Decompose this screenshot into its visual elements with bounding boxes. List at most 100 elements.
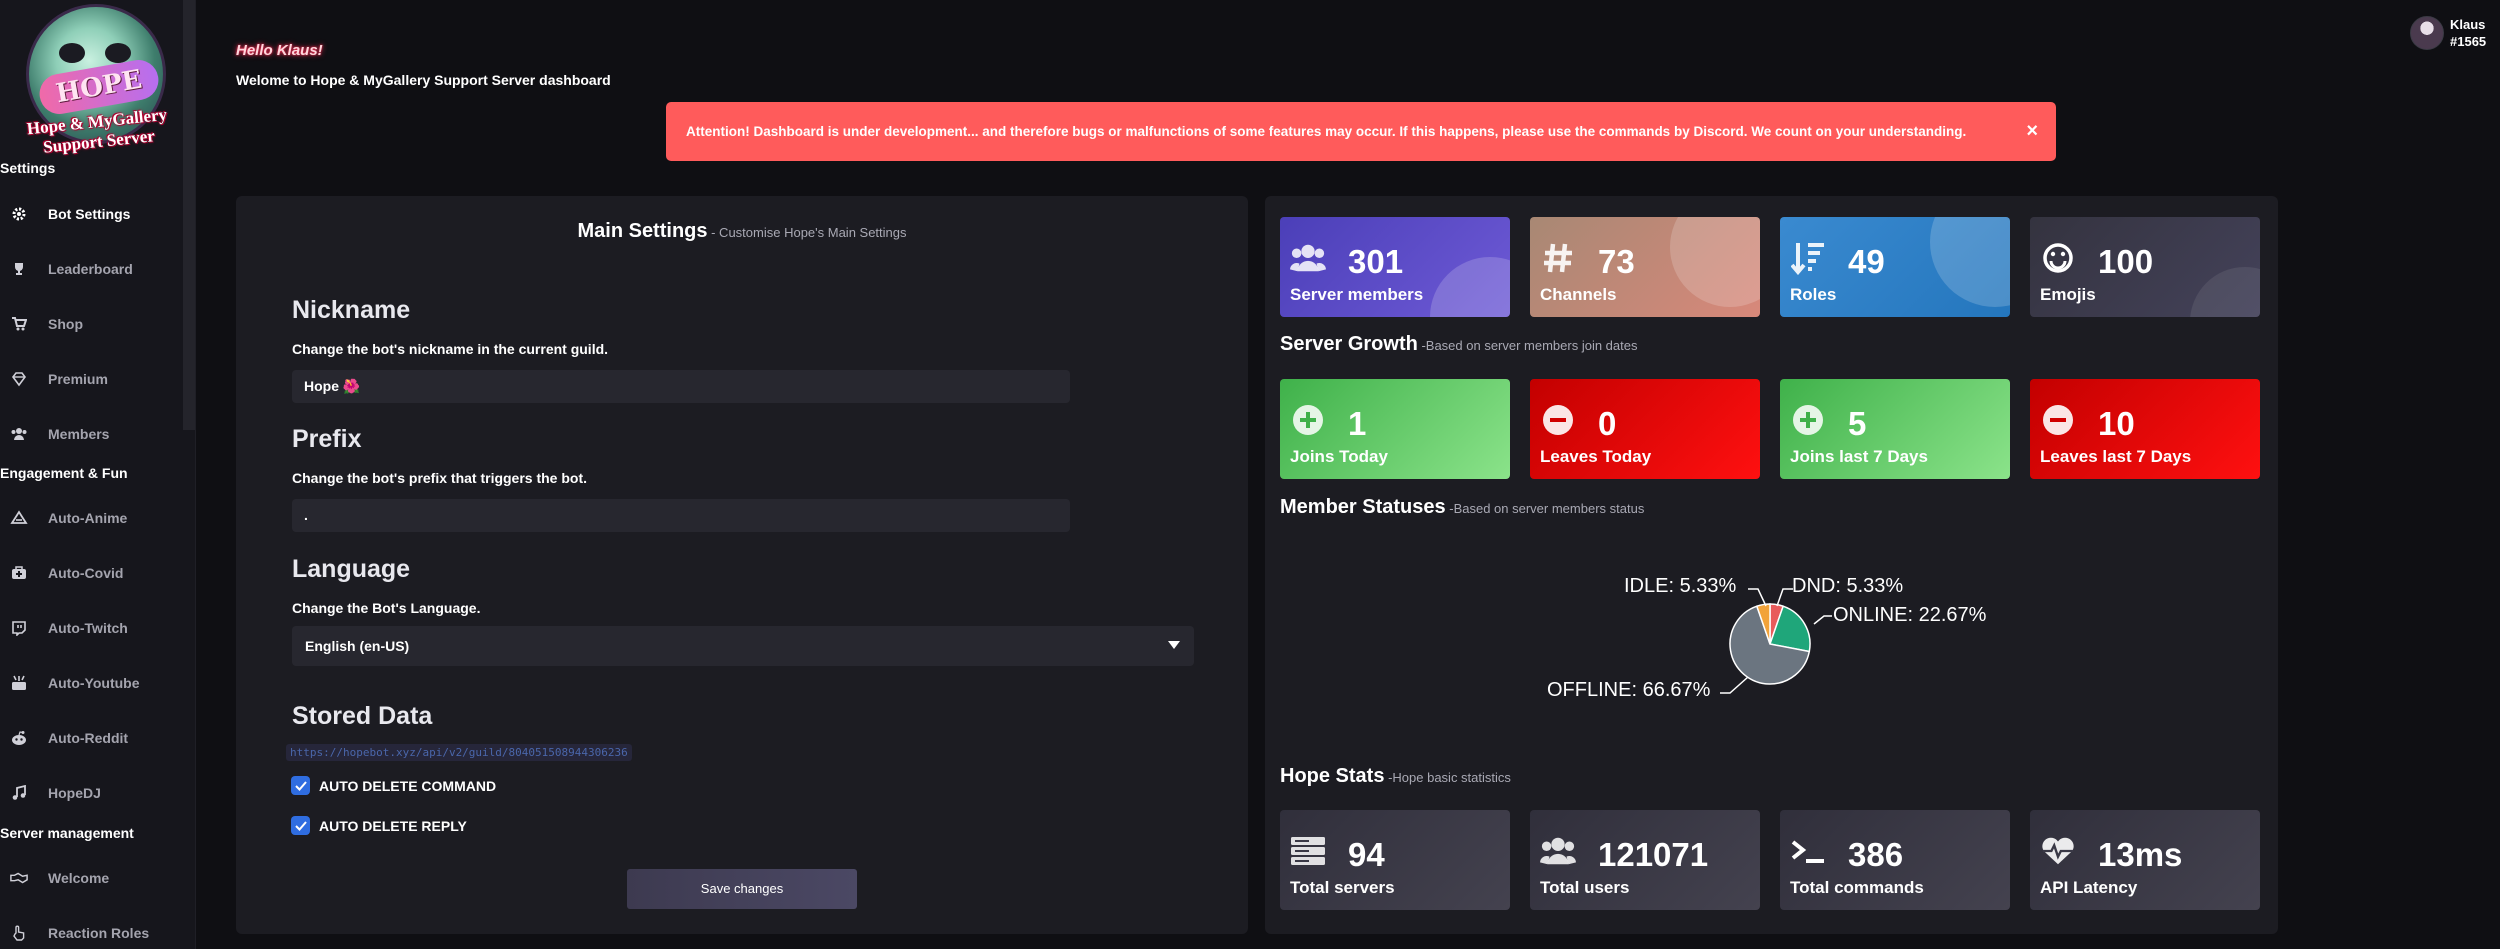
- checkmark-icon: [291, 776, 310, 795]
- total-commands-value: 386: [1848, 836, 1904, 873]
- sidebar-item-reaction-roles[interactable]: Reaction Roles: [0, 913, 180, 949]
- member-statuses-title: Member Statuses -Based on server members…: [1280, 496, 1645, 518]
- leaves-7-days-label: Leaves last 7 Days: [2040, 447, 2192, 466]
- sidebar-item-auto-covid[interactable]: Auto-Covid: [0, 553, 180, 593]
- hashtag-icon: [1540, 241, 1576, 275]
- plus-circle-icon: [1290, 403, 1326, 437]
- prefix-description: Change the bot's prefix that triggers th…: [292, 470, 588, 486]
- hope-stats-title: Hope Stats -Hope basic statistics: [1280, 765, 1511, 787]
- stored-data-heading: Stored Data: [292, 702, 433, 730]
- sidebar-item-auto-twitch[interactable]: Auto-Twitch: [0, 608, 180, 648]
- server-members-value: 301: [1348, 243, 1404, 280]
- youtube-icon: [10, 674, 28, 692]
- sidebar-item-auto-anime[interactable]: Auto-Anime: [0, 498, 180, 538]
- pie-label-leaders: [1720, 588, 1832, 694]
- users-icon: [10, 425, 28, 443]
- prefix-heading: Prefix: [292, 425, 362, 453]
- tile-total-users: 121071 Total users: [1530, 810, 1760, 910]
- handshake-icon: [10, 869, 28, 887]
- leaves-7-days-value: 10: [2098, 405, 2135, 442]
- close-icon[interactable]: ×: [2026, 120, 2038, 143]
- tile-leaves-today: 0 Leaves Today: [1530, 379, 1760, 479]
- nickname-heading: Nickname: [292, 296, 411, 324]
- avatar[interactable]: [2410, 16, 2444, 50]
- tile-joins-7-days: 5 Joins last 7 Days: [1780, 379, 2010, 479]
- leaves-today-label: Leaves Today: [1540, 447, 1652, 466]
- nickname-input[interactable]: Hope 🌺: [292, 370, 1070, 403]
- joins-today-label: Joins Today: [1290, 447, 1388, 466]
- users-icon: [1540, 834, 1576, 868]
- anime-icon: [10, 509, 28, 527]
- joins-7-days-label: Joins last 7 Days: [1790, 447, 1928, 466]
- sidebar-item-bot-settings[interactable]: Bot Settings: [0, 194, 180, 234]
- language-heading: Language: [292, 555, 411, 583]
- total-users-label: Total users: [1540, 878, 1630, 897]
- music-icon: [10, 784, 28, 802]
- total-commands-label: Total commands: [1790, 878, 1924, 897]
- language-description: Change the Bot's Language.: [292, 600, 481, 616]
- terminal-icon: [1790, 834, 1826, 868]
- sidebar-item-welcome[interactable]: Welcome: [0, 858, 180, 898]
- sidebar-item-leaderboard[interactable]: Leaderboard: [0, 249, 180, 289]
- save-button[interactable]: Save changes: [627, 869, 857, 909]
- diamond-icon: [10, 370, 28, 388]
- hand-pointer-icon: [10, 924, 28, 942]
- prefix-input[interactable]: .: [292, 499, 1070, 532]
- server-logo[interactable]: HOPE Hope & MyGallery Support Server: [18, 4, 178, 162]
- sidebar-item-hopedj[interactable]: HopeDJ: [0, 773, 180, 813]
- sidebar-item-auto-reddit[interactable]: Auto-Reddit: [0, 718, 180, 758]
- checkmark-icon: [291, 816, 310, 835]
- channels-label: Channels: [1540, 285, 1617, 304]
- user-name: Klaus: [2450, 17, 2486, 32]
- api-latency-value: 13ms: [2098, 836, 2183, 873]
- tile-total-servers: 94 Total servers: [1280, 810, 1510, 910]
- language-select[interactable]: English (en-US): [292, 626, 1194, 666]
- tile-channels: 73 Channels: [1530, 217, 1760, 317]
- language-selected-value: English (en-US): [305, 638, 410, 654]
- tile-roles: 49 Roles: [1780, 217, 2010, 317]
- cart-icon: [10, 315, 28, 333]
- auto-delete-command-checkbox[interactable]: AUTO DELETE COMMAND: [291, 776, 496, 795]
- sidebar: HOPE Hope & MyGallery Support Server Set…: [0, 0, 196, 949]
- sidebar-item-auto-youtube[interactable]: Auto-Youtube: [0, 663, 180, 703]
- main-settings-card: Main Settings - Customise Hope's Main Se…: [236, 196, 1248, 934]
- joins-today-value: 1: [1348, 405, 1367, 442]
- server-members-label: Server members: [1290, 285, 1424, 304]
- server-growth-title: Server Growth -Based on server members j…: [1280, 333, 1638, 355]
- gear-icon: [10, 205, 28, 223]
- total-servers-label: Total servers: [1290, 878, 1395, 897]
- minus-circle-icon: [1540, 403, 1576, 437]
- stored-data-url[interactable]: https://hopebot.xyz/api/v2/guild/8040515…: [286, 744, 632, 761]
- sidebar-item-members[interactable]: Members: [0, 414, 180, 454]
- development-alert: Attention! Dashboard is under developmen…: [666, 102, 2056, 161]
- emojis-label: Emojis: [2040, 285, 2096, 304]
- leaves-today-value: 0: [1598, 405, 1617, 442]
- greeting: Hello Klaus!: [236, 42, 323, 59]
- server-icon: [1290, 834, 1326, 868]
- minus-circle-icon: [2040, 403, 2076, 437]
- total-servers-value: 94: [1348, 836, 1385, 873]
- nickname-description: Change the bot's nickname in the current…: [292, 341, 609, 357]
- tile-total-commands: 386 Total commands: [1780, 810, 2010, 910]
- sidebar-scrollbar[interactable]: [183, 0, 195, 430]
- sort-icon: [1790, 241, 1826, 275]
- tile-server-members: 301 Server members: [1280, 217, 1510, 317]
- chevron-down-icon: [1168, 641, 1180, 649]
- roles-label: Roles: [1790, 285, 1837, 304]
- auto-delete-reply-checkbox[interactable]: AUTO DELETE REPLY: [291, 816, 467, 835]
- total-users-value: 121071: [1598, 836, 1709, 873]
- channels-value: 73: [1598, 243, 1635, 280]
- user-menu[interactable]: Klaus #1565: [2410, 16, 2486, 50]
- sidebar-item-premium[interactable]: Premium: [0, 359, 180, 399]
- joins-7-days-value: 5: [1848, 405, 1867, 442]
- sidebar-item-shop[interactable]: Shop: [0, 304, 180, 344]
- roles-value: 49: [1848, 243, 1885, 280]
- users-icon: [1290, 241, 1326, 275]
- pie-label-offline: OFFLINE: 66.67%: [1547, 679, 1711, 701]
- twitch-icon: [10, 619, 28, 637]
- group-server-management: Server management: [0, 825, 134, 841]
- reddit-icon: [10, 729, 28, 747]
- main-settings-title: Main Settings - Customise Hope's Main Se…: [577, 220, 907, 242]
- welcome-text: Welome to Hope & MyGallery Support Serve…: [236, 72, 611, 88]
- group-settings: Settings: [0, 160, 56, 176]
